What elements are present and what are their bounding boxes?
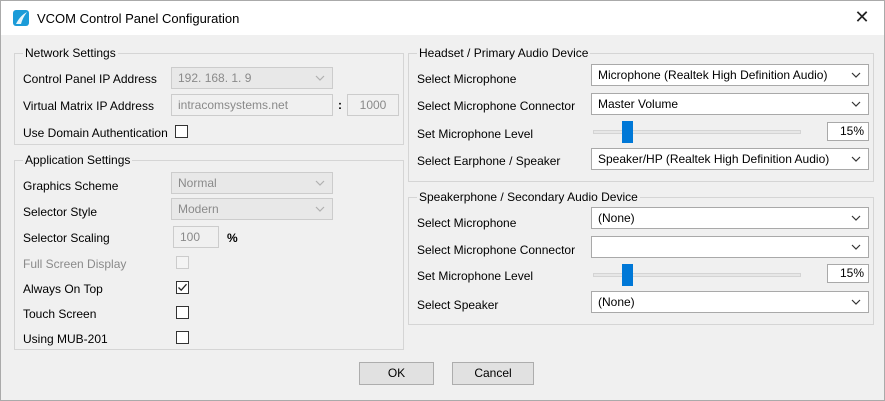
- selector-style-combo[interactable]: Modern: [171, 198, 333, 220]
- speakerphone-mic-label: Select Microphone: [417, 216, 517, 230]
- ok-button[interactable]: OK: [359, 362, 434, 385]
- headset-speaker-label: Select Earphone / Speaker: [417, 154, 561, 168]
- group-title: Network Settings: [23, 46, 118, 60]
- chevron-down-icon: [851, 215, 861, 221]
- headset-level-label: Set Microphone Level: [417, 127, 534, 141]
- combo-value: Modern: [178, 202, 219, 216]
- chevron-down-icon: [851, 244, 861, 250]
- chevron-down-icon: [851, 101, 861, 107]
- group-title: Headset / Primary Audio Device: [417, 46, 591, 60]
- cancel-button[interactable]: Cancel: [452, 362, 534, 385]
- field-value: 100: [180, 230, 201, 244]
- close-button[interactable]: ✕: [840, 1, 884, 35]
- group-title: Application Settings: [23, 153, 133, 167]
- combo-value: Normal: [178, 176, 217, 190]
- combo-value: (None): [598, 211, 635, 225]
- chevron-down-icon: [315, 75, 325, 81]
- combo-value: Microphone (Realtek High Definition Audi…: [598, 68, 828, 82]
- level-text: 15%: [839, 124, 864, 138]
- full-screen-checkbox[interactable]: [176, 256, 189, 269]
- control-panel-ip-label: Control Panel IP Address: [23, 72, 157, 86]
- graphics-scheme-combo[interactable]: Normal: [171, 172, 333, 194]
- touch-screen-checkbox[interactable]: [176, 306, 189, 319]
- speakerphone-speaker-select[interactable]: (None): [591, 291, 869, 313]
- close-icon: ✕: [854, 7, 870, 27]
- touch-screen-label: Touch Screen: [23, 307, 97, 321]
- field-value: 1000: [359, 98, 387, 112]
- headset-speaker-select[interactable]: Speaker/HP (Realtek High Definition Audi…: [591, 148, 869, 170]
- combo-value: 192. 168. 1. 9: [178, 71, 252, 85]
- window-title: VCOM Control Panel Configuration: [37, 11, 240, 26]
- always-on-top-label: Always On Top: [23, 282, 103, 296]
- selector-scaling-field[interactable]: 100: [173, 226, 219, 248]
- headset-connector-label: Select Microphone Connector: [417, 99, 576, 113]
- domain-auth-label: Use Domain Authentication: [23, 126, 168, 140]
- full-screen-label: Full Screen Display: [23, 257, 127, 271]
- speakerphone-mic-select[interactable]: (None): [591, 207, 869, 229]
- chevron-down-icon: [315, 180, 325, 186]
- level-text: 15%: [839, 266, 864, 280]
- group-title: Speakerphone / Secondary Audio Device: [417, 190, 640, 204]
- virtual-matrix-port-field[interactable]: 1000: [347, 94, 399, 116]
- headset-mic-select[interactable]: Microphone (Realtek High Definition Audi…: [591, 64, 869, 86]
- vcom-app-icon: [13, 10, 29, 26]
- speakerphone-connector-select[interactable]: [591, 236, 869, 258]
- chevron-down-icon: [851, 299, 861, 305]
- speakerphone-connector-label: Select Microphone Connector: [417, 243, 576, 257]
- chevron-down-icon: [315, 206, 325, 212]
- mub-201-checkbox[interactable]: [176, 331, 189, 344]
- checkmark-icon: [178, 283, 187, 292]
- headset-connector-select[interactable]: Master Volume: [591, 93, 869, 115]
- speakerphone-level-label: Set Microphone Level: [417, 269, 534, 283]
- domain-auth-checkbox[interactable]: [175, 125, 188, 138]
- combo-value: Speaker/HP (Realtek High Definition Audi…: [598, 152, 830, 166]
- port-separator: :: [338, 98, 342, 112]
- chevron-down-icon: [851, 72, 861, 78]
- percent-unit: %: [227, 231, 238, 245]
- control-panel-ip-combo[interactable]: 192. 168. 1. 9: [171, 67, 333, 89]
- graphics-scheme-label: Graphics Scheme: [23, 179, 119, 193]
- dialog-window: VCOM Control Panel Configuration ✕ Netwo…: [0, 0, 885, 401]
- headset-mic-label: Select Microphone: [417, 72, 517, 86]
- title-bar[interactable]: VCOM Control Panel Configuration ✕: [1, 1, 884, 35]
- headset-level-value: 15%: [827, 122, 869, 141]
- selector-style-label: Selector Style: [23, 205, 98, 219]
- field-value: intracomsystems.net: [178, 98, 289, 112]
- speakerphone-speaker-label: Select Speaker: [417, 298, 499, 312]
- combo-value: Master Volume: [598, 97, 679, 111]
- combo-value: (None): [598, 295, 635, 309]
- selector-scaling-label: Selector Scaling: [23, 231, 110, 245]
- speakerphone-level-value: 15%: [827, 264, 869, 283]
- headset-level-slider-thumb[interactable]: [622, 121, 633, 143]
- virtual-matrix-ip-label: Virtual Matrix IP Address: [23, 99, 154, 113]
- virtual-matrix-host-field[interactable]: intracomsystems.net: [171, 94, 333, 116]
- chevron-down-icon: [851, 156, 861, 162]
- speakerphone-level-slider-thumb[interactable]: [622, 264, 633, 286]
- always-on-top-checkbox[interactable]: [176, 281, 189, 294]
- mub-201-label: Using MUB-201: [23, 332, 108, 346]
